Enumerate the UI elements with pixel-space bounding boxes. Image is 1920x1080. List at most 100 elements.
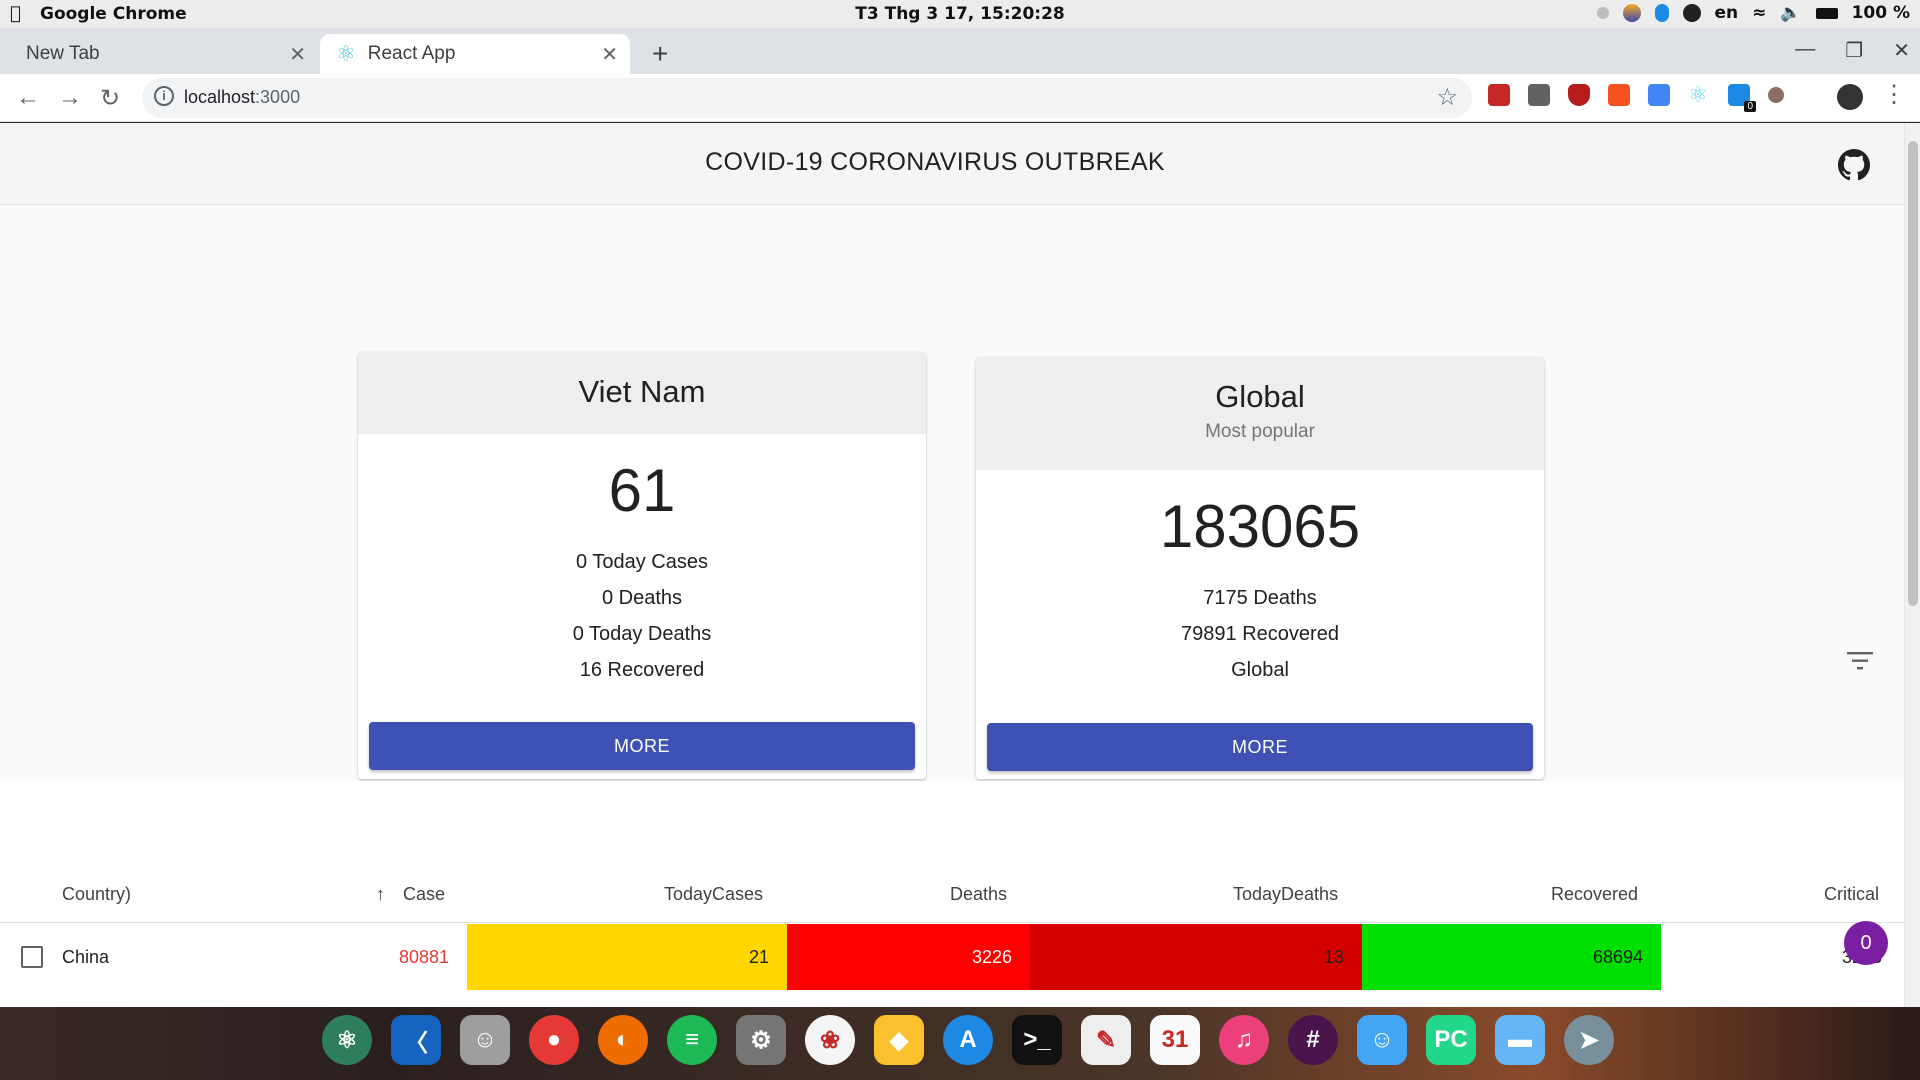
- os-menu-bar:  Google Chrome T3 Thg 3 17, 15:20:28 en…: [0, 0, 1920, 28]
- cell-today-deaths: 13: [1030, 924, 1362, 990]
- deaths: 7175 Deaths: [1203, 587, 1317, 609]
- textedit-icon[interactable]: ✎: [1081, 1015, 1131, 1065]
- restore-icon[interactable]: ❐: [1845, 38, 1863, 63]
- launchpad-icon[interactable]: ➤: [1564, 1015, 1614, 1065]
- itunes-icon[interactable]: ♫: [1219, 1015, 1269, 1065]
- cell-country: China: [62, 947, 110, 967]
- row-checkbox[interactable]: [21, 946, 43, 968]
- ghost-icon[interactable]: ☺: [460, 1015, 510, 1065]
- extensions-bar: ⚛ 0: [1488, 84, 1784, 112]
- finder-icon[interactable]: ☺: [1357, 1015, 1407, 1065]
- tab-new-tab[interactable]: New Tab ✕: [0, 34, 318, 74]
- tab-label: React App: [367, 43, 456, 64]
- url-host: localhost: [184, 87, 256, 107]
- sort-asc-icon[interactable]: ↑: [376, 884, 385, 905]
- tab-label: New Tab: [26, 43, 100, 64]
- wifi-icon[interactable]: ≈: [1752, 3, 1766, 23]
- forward-icon[interactable]: →: [58, 84, 82, 112]
- page-viewport: COVID-19 CORONAVIRUS OUTBREAK Viet Nam 6…: [0, 123, 1920, 1007]
- card-title: Global: [1215, 379, 1305, 414]
- folder-icon[interactable]: ▬: [1495, 1015, 1545, 1065]
- react-icon: ⚛: [336, 41, 356, 66]
- more-button[interactable]: MORE: [369, 722, 915, 770]
- card-title: Viet Nam: [578, 374, 706, 409]
- page-title: COVID-19 CORONAVIRUS OUTBREAK: [705, 148, 1165, 176]
- deaths: 0 Deaths: [601, 587, 683, 609]
- col-header-today-cases[interactable]: TodayCases: [664, 884, 763, 905]
- site-info-icon[interactable]: i: [154, 86, 174, 106]
- vietnam-card: Viet Nam 61 0 Today Cases 0 Deaths 0 Tod…: [358, 352, 926, 779]
- total-cases: 183065: [1159, 493, 1361, 560]
- col-header-country[interactable]: Country): [62, 884, 131, 905]
- ublock-icon[interactable]: [1568, 84, 1590, 106]
- close-icon[interactable]: ✕: [601, 42, 618, 67]
- extension-badge: 0: [1744, 101, 1756, 112]
- react-devtools-icon[interactable]: ⚛: [1688, 84, 1710, 106]
- chrome-menu-icon[interactable]: ⋮: [1882, 80, 1906, 109]
- pycharm-icon[interactable]: PC: [1426, 1015, 1476, 1065]
- cell-deaths: 3226: [787, 924, 1030, 990]
- minimize-icon[interactable]: —: [1795, 38, 1815, 63]
- col-header-recovered[interactable]: Recovered: [1551, 884, 1638, 905]
- extension-blue-icon[interactable]: 0: [1728, 84, 1756, 112]
- col-header-critical[interactable]: Critical: [1824, 884, 1879, 905]
- filter-icon[interactable]: [1847, 651, 1873, 671]
- slack-icon[interactable]: #: [1288, 1015, 1338, 1065]
- more-button[interactable]: MORE: [987, 723, 1533, 771]
- bookmark-star-icon[interactable]: ☆: [1436, 83, 1458, 112]
- col-header-today-deaths[interactable]: TodayDeaths: [1233, 884, 1338, 905]
- dock: ⚛ 〈 ☺ ● ◐ ≡ ⚙ ❀ ◆ A >_ ✎ 31 ♫ # ☺ PC ▬ ➤: [0, 1007, 1920, 1080]
- battery-icon[interactable]: [1815, 7, 1838, 19]
- tab-strip: New Tab ✕ ⚛ React App ✕ + — ❐ ✕: [0, 28, 1920, 74]
- page-scrollbar[interactable]: [1904, 123, 1920, 1007]
- card-header: Global Most popular: [976, 357, 1544, 470]
- recovered: 79891 Recovered: [1181, 623, 1339, 645]
- calendar-icon[interactable]: 31: [1150, 1015, 1200, 1065]
- reload-icon[interactable]: ↻: [100, 84, 120, 113]
- card-subtitle: Most popular: [1205, 421, 1315, 442]
- spotify-icon[interactable]: ≡: [667, 1015, 717, 1065]
- total-cases: 61: [608, 457, 676, 524]
- bluetooth-icon[interactable]: [1654, 4, 1669, 22]
- photos-icon[interactable]: ❀: [805, 1015, 855, 1065]
- close-window-icon[interactable]: ✕: [1893, 38, 1910, 63]
- weather-icon[interactable]: [1622, 4, 1641, 22]
- settings-icon[interactable]: ⚙: [736, 1015, 786, 1065]
- profile-avatar[interactable]: [1837, 84, 1863, 110]
- github-icon[interactable]: [1838, 149, 1870, 181]
- status-dot-icon[interactable]: [1596, 7, 1609, 19]
- col-header-case[interactable]: Case: [403, 884, 445, 905]
- vscode-icon[interactable]: 〈: [391, 1015, 441, 1065]
- app-bar: COVID-19 CORONAVIRUS OUTBREAK: [0, 123, 1904, 205]
- address-bar[interactable]: i localhost:3000 ☆: [142, 78, 1472, 118]
- accessibility-icon[interactable]: [1682, 4, 1701, 22]
- close-icon[interactable]: ✕: [289, 42, 306, 67]
- floating-counter-button[interactable]: 0: [1844, 921, 1888, 965]
- terminal-icon[interactable]: >_: [1012, 1015, 1062, 1065]
- back-icon[interactable]: ←: [16, 84, 40, 112]
- google-translate-icon[interactable]: [1648, 84, 1670, 106]
- volume-icon[interactable]: 🔈: [1780, 3, 1801, 23]
- chrome-icon[interactable]: ●: [529, 1015, 579, 1065]
- new-tab-button[interactable]: +: [652, 38, 668, 70]
- scrollbar-thumb[interactable]: [1908, 141, 1918, 606]
- window-controls: — ❐ ✕: [1795, 38, 1910, 63]
- url-port: :3000: [255, 87, 301, 107]
- table-header: Country) ↑ Case TodayCases Deaths TodayD…: [0, 868, 1904, 923]
- card-stats: 0 Today Cases 0 Deaths 0 Today Deaths 16…: [358, 544, 926, 688]
- extension-orange-icon[interactable]: [1608, 84, 1630, 106]
- global-card: Global Most popular 183065 7175 Deaths 7…: [976, 357, 1544, 779]
- col-header-deaths[interactable]: Deaths: [950, 884, 1007, 905]
- extension-red-icon[interactable]: [1488, 84, 1510, 106]
- firefox-icon[interactable]: ◐: [598, 1015, 648, 1065]
- input-language[interactable]: en: [1715, 3, 1739, 23]
- sketch-icon[interactable]: ◆: [874, 1015, 924, 1065]
- tab-react-app[interactable]: ⚛ React App ✕: [320, 34, 630, 74]
- appstore-icon[interactable]: A: [943, 1015, 993, 1065]
- extension-eyedropper-icon[interactable]: [1528, 84, 1550, 106]
- table-row[interactable]: China 80881 21 3226 13 68694 3226: [0, 924, 1904, 990]
- url-text[interactable]: localhost:3000: [184, 87, 300, 108]
- extension-cookie-icon[interactable]: [1768, 87, 1784, 103]
- atom-icon[interactable]: ⚛: [322, 1015, 372, 1065]
- battery-level: 100 %: [1851, 3, 1910, 23]
